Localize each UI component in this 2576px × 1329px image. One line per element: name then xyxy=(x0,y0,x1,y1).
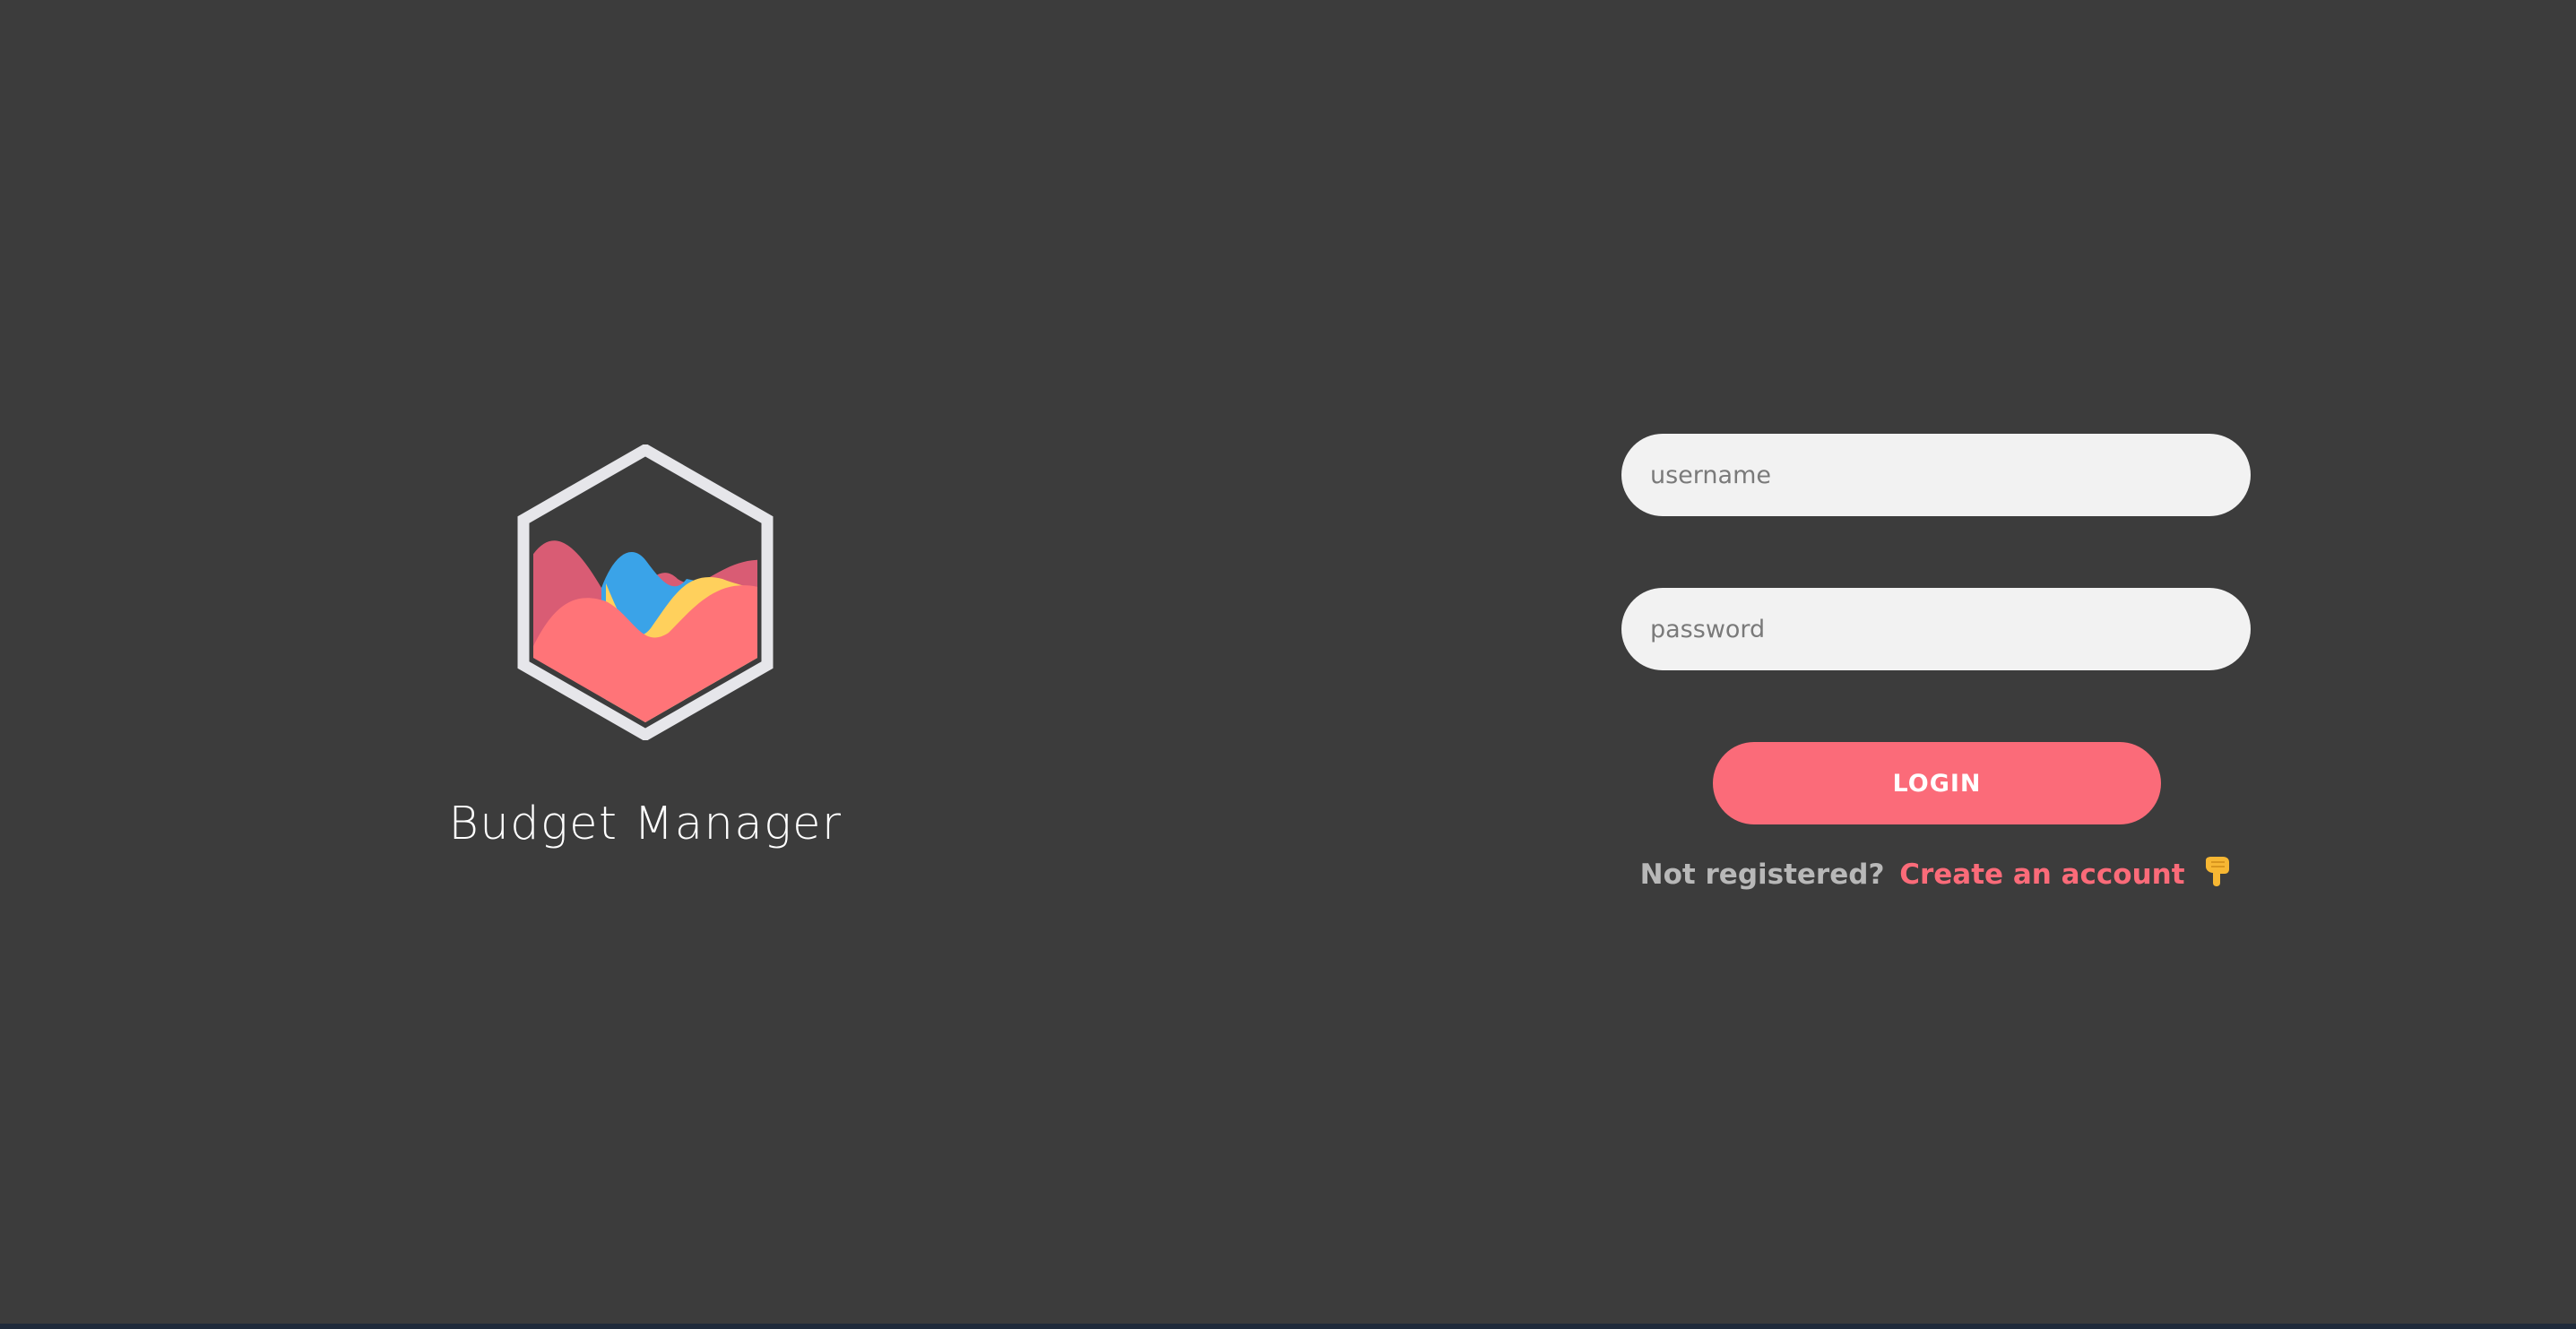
login-button[interactable]: LOGIN xyxy=(1713,742,2161,824)
bottom-edge xyxy=(0,1324,2576,1329)
register-prompt-line: Not registered? Create an account xyxy=(1621,855,2251,894)
app-title: Budget Manager xyxy=(448,798,843,850)
pointing-down-hand-icon xyxy=(2203,855,2232,894)
login-page: Budget Manager LOGIN Not registered? Cre… xyxy=(0,0,2576,1324)
brand-section: Budget Manager xyxy=(421,444,869,866)
password-input[interactable] xyxy=(1621,588,2251,670)
hexagon-chart-logo-icon xyxy=(516,444,774,740)
login-form: LOGIN Not registered? Create an account xyxy=(1621,434,2251,900)
register-prompt-text: Not registered? xyxy=(1639,859,1885,891)
create-account-link[interactable]: Create an account xyxy=(1899,859,2184,891)
username-input[interactable] xyxy=(1621,434,2251,516)
